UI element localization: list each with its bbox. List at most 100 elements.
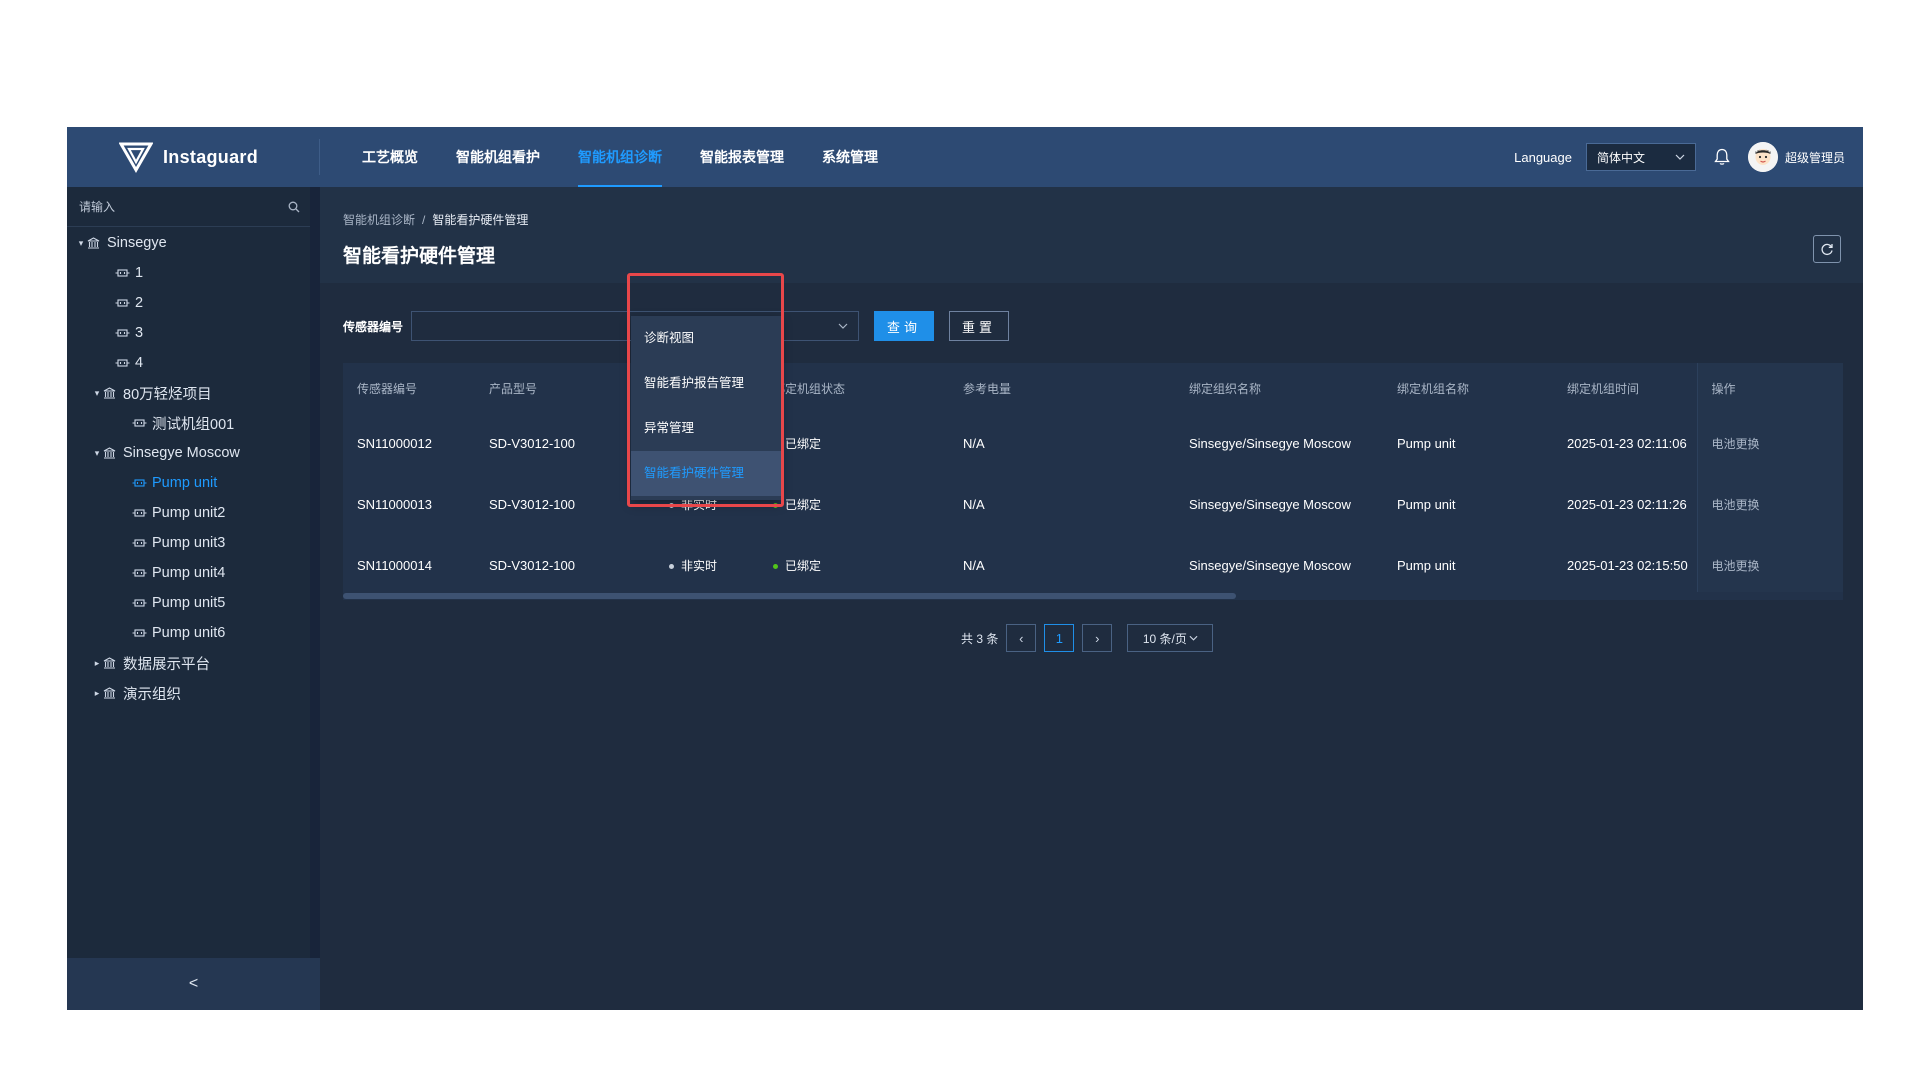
battery-replace-link[interactable]: 电池更换 [1712,498,1760,512]
chevron-left-icon: < [188,975,199,992]
column-header: 绑定机组名称 [1397,381,1470,396]
app-logo[interactable]: Instaguard [119,141,258,173]
submenu-anomaly-management[interactable]: 异常管理 [631,406,781,451]
chevron-down-icon [1189,635,1198,641]
submenu-diagnosis-view[interactable]: 诊断视图 [631,316,781,361]
language-select[interactable]: 简体中文 [1585,143,1696,171]
tree-node[interactable]: Pump unit2 [67,498,310,528]
user-avatar[interactable] [1747,142,1778,172]
machine-unit-icon [132,477,148,489]
prev-page-button[interactable]: ‹ [1006,624,1037,652]
table-cell-bind-status: 已绑定 [759,535,949,596]
diagnosis-submenu: 诊断视图 智能看护报告管理 异常管理 智能看护硬件管理 [631,316,781,500]
table-cell-battery: N/A [963,497,985,512]
nav-process-overview[interactable]: 工艺概览 [343,127,437,187]
tree-node[interactable]: Pump unit5 [67,588,310,618]
bell-icon[interactable] [1712,147,1732,167]
submenu-report-management[interactable]: 智能看护报告管理 [631,361,781,406]
header-right: Language 简体中文 超级管理员 [1514,127,1845,187]
tree-node-label: Pump unit3 [152,535,226,551]
caret-down-icon[interactable]: ▾ [75,238,87,249]
tree-node[interactable]: Pump unit3 [67,528,310,558]
tree-node-label: Pump unit4 [152,565,226,581]
table-cell-sensor: SN11000014 [357,558,432,573]
reset-button[interactable]: 重置 [949,311,1010,341]
table-cell-battery: N/A [963,436,985,451]
table-row: SN11000013 SD-V3012-100 非实时 已绑定 N/A Sinsegye/… [343,474,1843,535]
table-cell-unit: Pump unit [1397,558,1456,573]
caret-down-icon[interactable]: ▾ [91,388,103,399]
sidebar-search [67,187,310,227]
table-row: SN11000012SD-V3012-100非实时已绑定N/ASinsegye/… [343,413,1843,474]
refresh-button[interactable] [1813,235,1841,263]
tree-node[interactable]: ▾ Sinsegye Moscow [67,438,310,468]
breadcrumb: 智能机组诊断 / 智能看护硬件管理 [343,211,528,228]
tree-node[interactable]: ▸ 数据展示平台 [67,648,310,678]
machine-unit-icon [132,417,148,429]
sensor-no-label: 传感器编号 [343,319,404,334]
tree-node[interactable]: 3 [67,318,310,348]
chevron-down-icon [838,323,848,329]
table-cell-op: 电池更换 [1696,474,1843,535]
status-text: 非实时 [681,498,718,512]
sidebar: ▾ Sinsegye 1 2 3 4 ▾ 80万轻烃项目测试机组001 ▾ Sinsegye Mo… [67,187,310,958]
scrollbar-thumb[interactable] [343,593,1236,599]
table-cell-battery: N/A [963,558,985,573]
machine-unit-icon [132,537,148,549]
horizontal-scrollbar[interactable] [343,592,1843,600]
pagination: 共 3 条 ‹ 1 › 10 条/页 [961,623,1214,653]
tree-node[interactable]: 测试机组001 [67,408,310,438]
chevron-right-icon: › [1095,630,1100,646]
status-dot-icon [773,564,778,570]
tree-node[interactable]: ▸ 演示组织 [67,678,310,708]
tree-node-label: Pump unit5 [152,595,226,611]
top-header: Instaguard 工艺概览 智能机组看护 智能机组诊断 智能报表管理 系统管… [67,127,1863,187]
tree-node[interactable]: Pump unit6 [67,618,310,648]
page-number-button[interactable]: 1 [1044,624,1075,652]
user-name[interactable]: 超级管理员 [1785,149,1845,166]
tree-node-label: 4 [135,355,144,371]
tree-search-input[interactable] [77,198,288,215]
tree-node[interactable]: ▾ Sinsegye [67,228,310,258]
tree-node-label: Pump unit6 [152,625,226,641]
nav-report-management[interactable]: 智能报表管理 [681,127,803,187]
submenu-hardware-management[interactable]: 智能看护硬件管理 [631,451,781,496]
nav-system-management[interactable]: 系统管理 [803,127,897,187]
page-size-select[interactable]: 10 条/页 [1127,624,1214,652]
tree-node[interactable]: ▾ 80万轻烃项目 [67,378,310,408]
table-cell-time: 2025-01-23 02:11:06 [1567,436,1687,451]
next-page-button[interactable]: › [1082,624,1113,652]
table-cell-time: 2025-01-23 02:15:50 [1567,558,1688,573]
machine-unit-icon [132,597,148,609]
tree-node[interactable]: Pump unit4 [67,558,310,588]
status-text: 已绑定 [785,437,822,451]
table-cell-op: 电池更换 [1696,535,1843,596]
query-button[interactable]: 查询 [874,311,935,341]
chevron-down-icon [1675,154,1685,160]
caret-right-icon[interactable]: ▸ [91,658,103,669]
caret-down-icon[interactable]: ▾ [91,448,103,459]
nav-unit-diagnosis[interactable]: 智能机组诊断 [559,127,681,187]
table-cell-sensor: SN11000013 [357,497,432,512]
machine-unit-icon [132,567,148,579]
main-nav: 工艺概览 智能机组看护 智能机组诊断 智能报表管理 系统管理 [343,127,897,187]
tree-node-label: 演示组织 [123,686,181,703]
search-icon[interactable] [288,201,300,213]
breadcrumb-item-diagnosis[interactable]: 智能机组诊断 [343,213,415,227]
page-title: 智能看护硬件管理 [343,246,496,267]
tree-node[interactable]: 4 [67,348,310,378]
breadcrumb-item-current: 智能看护硬件管理 [432,213,529,227]
battery-replace-link[interactable]: 电池更换 [1712,437,1760,451]
caret-right-icon[interactable]: ▸ [91,688,103,699]
chevron-left-icon: ‹ [1019,630,1024,646]
battery-replace-link[interactable]: 电池更换 [1712,559,1760,573]
table-cell-unit: Pump unit [1397,497,1456,512]
tree-node-label: Sinsegye Moscow [123,445,240,461]
column-header: 绑定机组时间 [1567,381,1640,396]
machine-unit-icon [132,627,148,639]
tree-node[interactable]: Pump unit [67,468,310,498]
nav-unit-care[interactable]: 智能机组看护 [437,127,559,187]
tree-node[interactable]: 2 [67,288,310,318]
tree-node[interactable]: 1 [67,258,310,288]
sidebar-collapse-button[interactable]: < [67,958,320,1010]
